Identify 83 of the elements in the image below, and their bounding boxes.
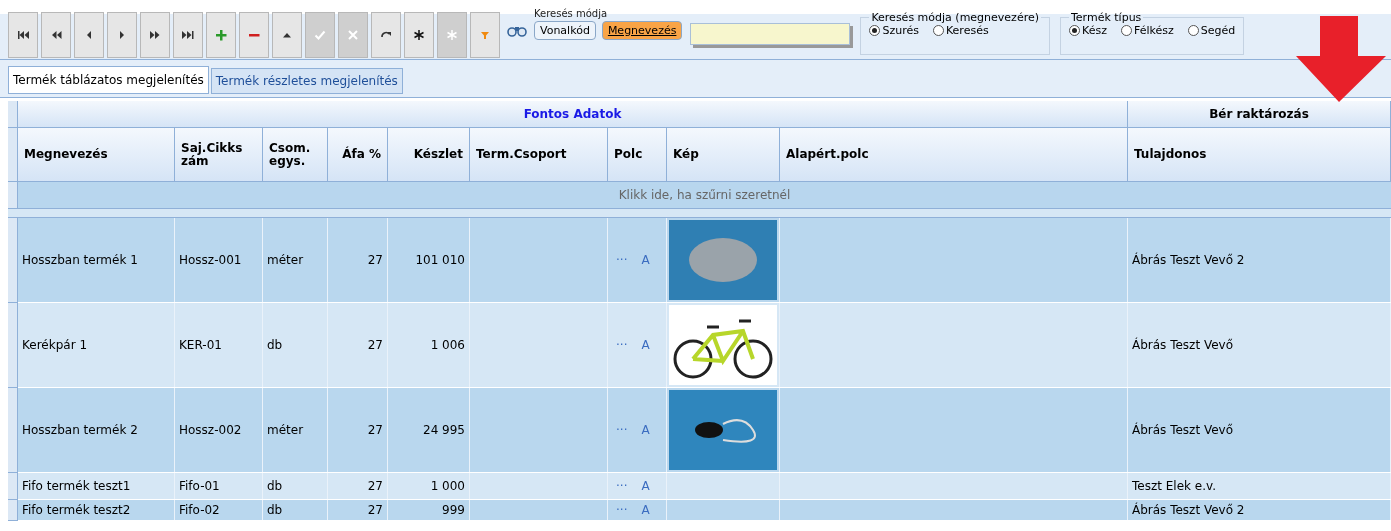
tab[interactable]: Termék részletes megjelenítés [210, 68, 403, 94]
column-header[interactable]: Csom. egys. [263, 128, 328, 182]
filter-row[interactable]: Klikk ide, ha szűrni szeretnél [18, 182, 1391, 209]
toolbar-button[interactable] [173, 12, 203, 58]
toolbar-button[interactable] [404, 12, 434, 58]
table-cell: 999 [388, 500, 470, 520]
table-cell: Ábrás Teszt Vevő [1128, 388, 1391, 472]
shelf-value: A [641, 479, 650, 493]
asterisk-icon [445, 28, 459, 42]
toolbar-button[interactable] [8, 12, 38, 58]
search-mode-title: Keresés módja (megnevezére) [870, 11, 1040, 24]
table-cell: 27 [328, 388, 388, 472]
row-header[interactable] [8, 303, 18, 388]
search-mode-button[interactable]: Megnevezés [601, 21, 683, 40]
last-icon [181, 28, 195, 42]
tab[interactable]: Termék táblázatos megjelenítés [8, 66, 209, 94]
column-header[interactable]: Tulajdonos [1128, 128, 1391, 182]
table-cell: Fifo-02 [175, 500, 263, 520]
radio-option[interactable]: Félkész [1120, 24, 1174, 37]
first-icon [16, 28, 30, 42]
column-header[interactable]: Áfa % [328, 128, 388, 182]
table-cell: KER-01 [175, 303, 263, 387]
table-cell: méter [263, 218, 328, 302]
checkmark-icon [313, 28, 327, 42]
table-cell: Teszt Elek e.v. [1128, 473, 1391, 499]
table-cell: méter [263, 388, 328, 472]
toolbar-button[interactable] [140, 12, 170, 58]
table-cell: db [263, 303, 328, 387]
table-cell: Fifo-01 [175, 473, 263, 499]
column-header[interactable]: Term.Csoport [470, 128, 608, 182]
radio-option[interactable]: Keresés [932, 24, 989, 37]
column-header[interactable]: Készlet [388, 128, 470, 182]
row-header[interactable] [8, 473, 18, 500]
group-header: Fontos Adatok [18, 101, 1128, 128]
add-icon [214, 28, 228, 42]
row-header[interactable] [8, 218, 18, 303]
shelf-value: A [641, 253, 650, 267]
row-header[interactable] [8, 500, 18, 521]
table-cell: 27 [328, 303, 388, 387]
column-header[interactable]: Alapért.polc [780, 128, 1128, 182]
table-cell: Ábrás Teszt Vevő 2 [1128, 500, 1391, 520]
table-cell: Fifo termék teszt2 [18, 500, 175, 520]
table-cell: 24 995 [388, 388, 470, 472]
column-header[interactable]: Megnevezés [18, 128, 175, 182]
radio-option[interactable]: Kész [1069, 24, 1107, 37]
table-cell: Hossz-001 [175, 218, 263, 302]
shelf-picker-button[interactable]: ··· [616, 503, 628, 517]
group-header: Bér raktározás [1128, 101, 1391, 128]
table-cell: 101 010 [388, 218, 470, 302]
column-header[interactable]: Polc [608, 128, 667, 182]
shelf-picker-button[interactable]: ··· [616, 479, 628, 493]
shelf-picker-button[interactable]: ··· [616, 423, 628, 437]
search-mode-label: Keresés módja [534, 9, 609, 19]
table-cell: 27 [328, 500, 388, 520]
column-header[interactable]: Kép [667, 128, 780, 182]
table-cell: Kerékpár 1 [18, 303, 175, 387]
close-icon [346, 28, 360, 42]
table-cell: 27 [328, 218, 388, 302]
table-cell: Hossz-002 [175, 388, 263, 472]
search-field[interactable] [690, 23, 851, 45]
fast-forward-icon [148, 28, 162, 42]
row-header[interactable] [8, 388, 18, 473]
shelf-value: A [641, 423, 650, 437]
radio-option[interactable]: Szurés [869, 24, 919, 37]
shelf-picker-button[interactable]: ··· [616, 253, 628, 267]
search-mode-button[interactable]: Vonalkód [534, 21, 596, 40]
table-cell: Ábrás Teszt Vevő [1128, 303, 1391, 387]
table-cell: db [263, 473, 328, 499]
table-cell: Hosszban termék 2 [18, 388, 175, 472]
asterisk-icon [412, 28, 426, 42]
shelf-value: A [641, 503, 650, 517]
radio-option[interactable]: Segéd [1187, 24, 1236, 37]
shelf-picker-button[interactable]: ··· [616, 338, 628, 352]
table-cell: 27 [328, 473, 388, 499]
table-cell: 1 000 [388, 473, 470, 499]
table-cell: Ábrás Teszt Vevő 2 [1128, 218, 1391, 302]
product-type-title: Termék típus [1070, 11, 1143, 24]
table-cell: Hosszban termék 1 [18, 218, 175, 302]
column-header[interactable]: Saj.Cikks zám [175, 128, 263, 182]
shelf-value: A [641, 338, 650, 352]
table-cell: db [263, 500, 328, 520]
table-cell: 1 006 [388, 303, 470, 387]
table-cell: Fifo termék teszt1 [18, 473, 175, 499]
